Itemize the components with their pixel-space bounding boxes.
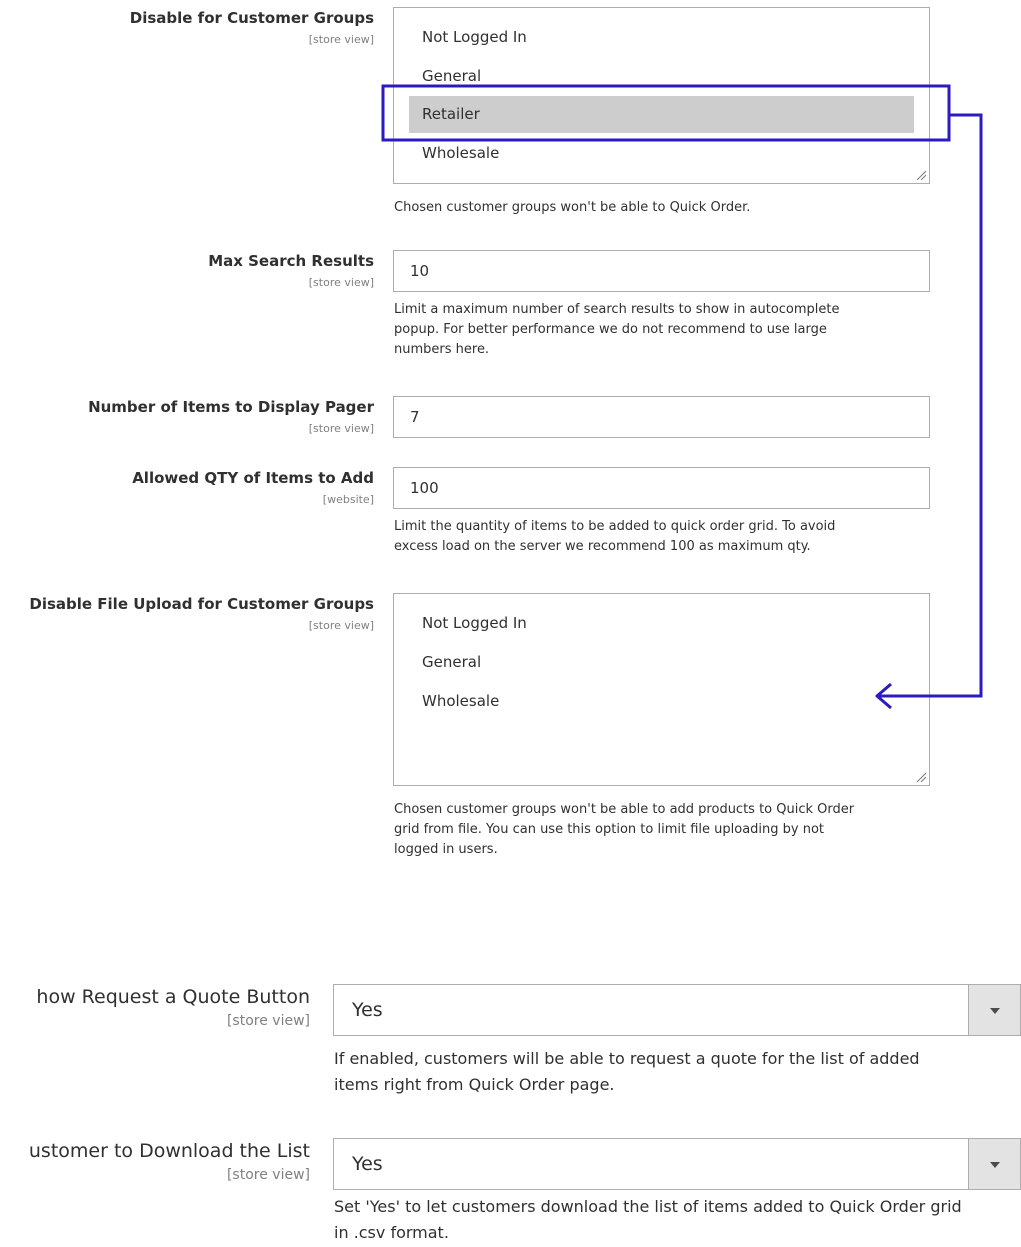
request-quote-note: If enabled, customers will be able to re… — [334, 1046, 920, 1098]
download-list-select[interactable]: Yes — [333, 1138, 1021, 1190]
note-line: Chosen customer groups won't be able to … — [394, 802, 855, 817]
annotation-connector-line — [878, 113, 983, 698]
download-list-label: ustomer to Download the List — [28, 1140, 310, 1162]
note-line: items right from Quick Order page. — [334, 1075, 615, 1094]
note-line: Set 'Yes' to let customers download the … — [334, 1197, 962, 1216]
chevron-down-icon — [989, 1162, 1000, 1168]
request-quote-label: how Request a Quote Button — [36, 986, 310, 1008]
download-list-note: Set 'Yes' to let customers download the … — [334, 1194, 962, 1246]
note-line: grid from file. You can use this option … — [394, 822, 825, 837]
download-list-scope: [store view] — [226, 1167, 310, 1183]
note-line: logged in users. — [394, 842, 498, 857]
annotation-highlight-box — [381, 84, 951, 142]
disable-file-upload-note: Chosen customer groups won't be able to … — [394, 800, 854, 860]
annotation-overlay — [381, 84, 983, 710]
request-quote-scope: [store view] — [226, 1013, 310, 1029]
note-line: in .csv format. — [334, 1223, 449, 1242]
request-quote-select[interactable]: Yes — [333, 984, 1021, 1036]
dropdown-toggle[interactable] — [968, 1139, 1020, 1189]
dropdown-toggle[interactable] — [968, 985, 1020, 1035]
chevron-down-icon — [989, 1008, 1000, 1014]
note-line: If enabled, customers will be able to re… — [334, 1049, 920, 1068]
download-list-selected-value: Yes — [352, 1153, 383, 1175]
request-quote-selected-value: Yes — [352, 999, 383, 1021]
